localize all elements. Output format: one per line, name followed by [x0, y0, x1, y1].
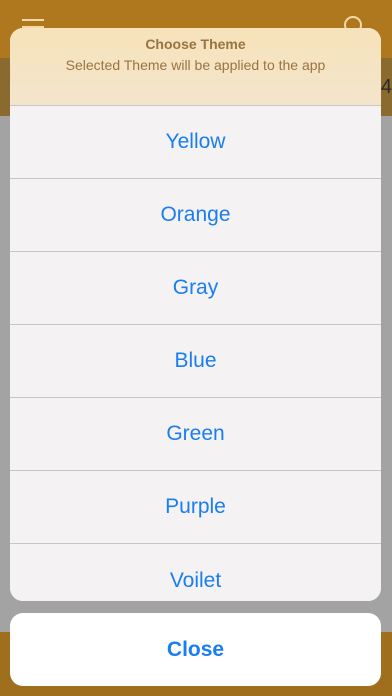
- sheet-subtitle: Selected Theme will be applied to the ap…: [65, 57, 326, 73]
- theme-option-green[interactable]: Green: [10, 398, 381, 471]
- theme-option-orange[interactable]: Orange: [10, 179, 381, 252]
- theme-action-sheet: Choose Theme Selected Theme will be appl…: [10, 28, 381, 601]
- theme-option-gray[interactable]: Gray: [10, 252, 381, 325]
- theme-options-list: Yellow Orange Gray Blue Green Purple Voi…: [10, 106, 381, 601]
- theme-option-purple[interactable]: Purple: [10, 471, 381, 544]
- sheet-header: Choose Theme Selected Theme will be appl…: [10, 28, 381, 106]
- close-button[interactable]: Close: [10, 613, 381, 686]
- sheet-title: Choose Theme: [145, 36, 246, 52]
- edge-digit: 4: [380, 76, 392, 98]
- theme-option-yellow[interactable]: Yellow: [10, 106, 381, 179]
- theme-option-blue[interactable]: Blue: [10, 325, 381, 398]
- theme-option-voilet[interactable]: Voilet: [10, 544, 381, 601]
